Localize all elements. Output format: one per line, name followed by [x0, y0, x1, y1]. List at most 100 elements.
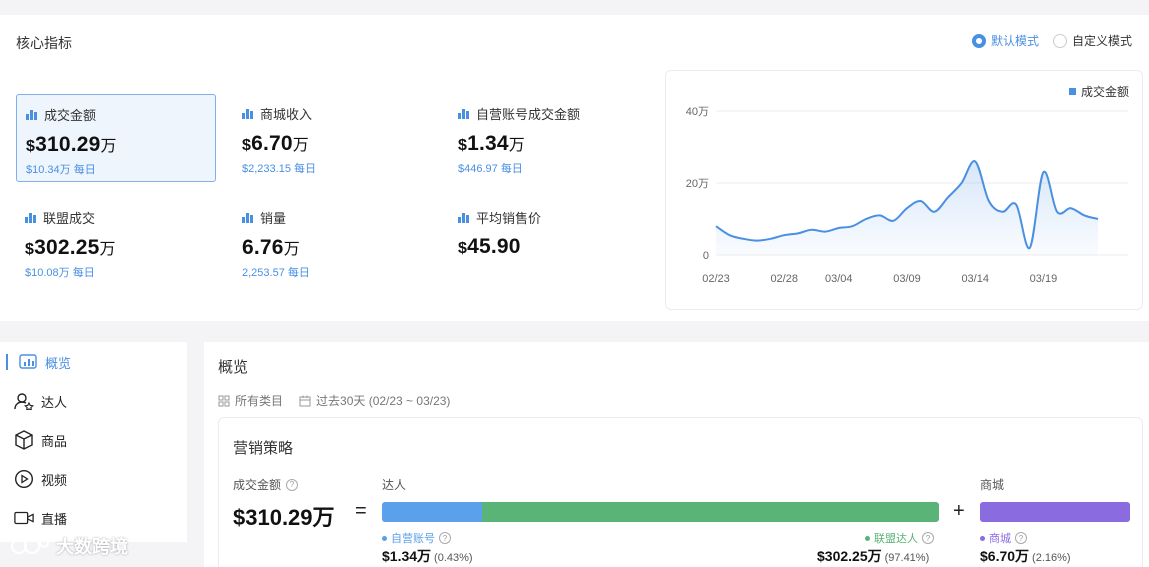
metric-card-affiliate-gmv[interactable]: 联盟成交 $302.25万 $10.08万 每日: [16, 198, 216, 286]
video-icon: [14, 469, 34, 489]
bar-chart-icon: [242, 212, 254, 223]
category-filter[interactable]: 所有类目: [218, 392, 283, 409]
data-point: [1028, 246, 1032, 250]
nav-item-influencer[interactable]: 达人: [14, 391, 67, 411]
active-indicator: [6, 354, 8, 370]
y-tick-label: 20万: [686, 178, 709, 190]
nav-item-video[interactable]: 视频: [14, 469, 67, 489]
chart-plot: 0 20万 40万 02/23 02/28 03/04 03/09 03/14 03/19: [686, 106, 1128, 285]
data-point: [782, 233, 786, 237]
nav-item-product[interactable]: 商品: [14, 430, 67, 450]
metric-card-gmv[interactable]: 成交金额 $310.29万 $10.34万 每日: [16, 94, 216, 182]
plus-sign: +: [953, 500, 965, 522]
data-point: [1001, 210, 1005, 214]
metric-card-sales-volume[interactable]: 销量 6.76万 2,253.57 每日: [233, 198, 433, 286]
data-point: [728, 233, 732, 237]
data-point: [823, 230, 827, 234]
mall-value: $6.70万 (2.16%): [980, 548, 1071, 564]
affiliate-value: $302.25万 (97.41%): [817, 548, 930, 564]
live-icon: [14, 508, 34, 528]
help-icon[interactable]: ?: [922, 532, 934, 544]
data-point: [1069, 206, 1073, 210]
x-tick-label: 03/04: [825, 273, 853, 285]
mall-sub-label: 商城 ?: [980, 530, 1027, 546]
overview-panel: 概览 所有类目 过去30天 (02/23 ~ 03/23) 营销策略 成交金额 …: [204, 342, 1149, 567]
metric-card-avg-price[interactable]: 平均销售价 $45.90: [449, 198, 649, 286]
bar-chart-icon: [458, 108, 470, 119]
strategy-title: 营销策略: [233, 440, 294, 457]
product-icon: [14, 430, 34, 450]
data-point: [837, 226, 841, 230]
data-point: [878, 213, 882, 217]
calendar-icon: [299, 395, 311, 406]
influencer-label: 达人: [382, 478, 407, 492]
data-point: [741, 237, 745, 241]
bar-chart-icon: [25, 212, 37, 223]
data-point: [932, 210, 936, 214]
equals-sign: =: [355, 500, 367, 522]
filters-bar: 所有类目 过去30天 (02/23 ~ 03/23): [218, 392, 450, 409]
data-point: [850, 224, 854, 228]
watermark: 大数跨境: [10, 533, 128, 559]
influencer-icon: [14, 391, 34, 411]
data-point: [946, 195, 950, 199]
data-point: [1082, 213, 1086, 217]
y-tick-label: 0: [703, 250, 709, 262]
x-tick-label: 02/23: [702, 273, 730, 285]
bar-chart-icon: [26, 109, 38, 120]
dot-icon: [382, 535, 387, 541]
overview-icon: [18, 352, 38, 372]
self-account-label: 自营账号 ?: [382, 530, 451, 546]
data-point: [960, 181, 964, 185]
default-mode-option[interactable]: 默认模式: [971, 32, 1039, 49]
data-point: [796, 231, 800, 235]
data-point: [1055, 210, 1059, 214]
gmv-label: 成交金额 ?: [233, 476, 299, 493]
data-point: [810, 228, 814, 232]
nav-item-overview[interactable]: 概览: [6, 352, 71, 372]
mall-bar[interactable]: [980, 502, 1130, 522]
self-account-value: $1.34万 (0.43%): [382, 548, 473, 564]
x-tick-label: 03/09: [893, 273, 921, 285]
affiliate-bar[interactable]: [482, 502, 939, 522]
data-point: [769, 237, 773, 241]
gmv-total-value: $310.29万: [233, 505, 335, 530]
help-icon[interactable]: ?: [1015, 532, 1027, 544]
self-account-bar[interactable]: [382, 502, 482, 522]
x-tick-label: 03/19: [1030, 273, 1058, 285]
bar-chart-icon: [242, 108, 254, 119]
help-icon[interactable]: ?: [286, 478, 299, 491]
metric-card-mall-income[interactable]: 商城收入 $6.70万 $2,233.15 每日: [233, 94, 433, 182]
data-point: [755, 239, 759, 243]
dot-icon: [980, 535, 985, 541]
watermark-logo-icon: [11, 538, 49, 554]
affiliate-label: 联盟达人 ?: [865, 530, 934, 546]
nav-item-live[interactable]: 直播: [14, 508, 67, 528]
bar-chart-icon: [458, 212, 470, 223]
data-point: [919, 199, 923, 203]
custom-mode-option[interactable]: 自定义模式: [1052, 32, 1132, 49]
date-filter[interactable]: 过去30天 (02/23 ~ 03/23): [299, 392, 450, 409]
data-point: [973, 159, 977, 163]
data-point: [891, 219, 895, 223]
data-point: [1041, 170, 1045, 174]
mall-label: 商城: [980, 478, 1005, 492]
data-point: [987, 199, 991, 203]
data-point: [714, 224, 718, 228]
x-tick-label: 02/28: [770, 273, 798, 285]
data-point: [1014, 203, 1018, 207]
grid-icon: [218, 395, 230, 406]
metric-card-self-account-gmv[interactable]: 自营账号成交金额 $1.34万 $446.97 每日: [449, 94, 649, 182]
data-point: [905, 206, 909, 210]
data-point: [1096, 217, 1100, 221]
radio-unchecked-icon: [1052, 33, 1067, 48]
data-point: [864, 217, 868, 221]
core-metrics-title: 核心指标: [16, 35, 72, 51]
dot-icon: [865, 535, 870, 541]
overview-title: 概览: [218, 359, 249, 376]
core-metrics-panel: 核心指标 默认模式 自定义模式 成交金额 $310.29万 $10.34万 每日…: [0, 15, 1149, 321]
left-nav: 概览 达人 商品 视频 直播: [0, 342, 187, 542]
x-tick-label: 03/14: [961, 273, 989, 285]
help-icon[interactable]: ?: [439, 532, 451, 544]
marketing-strategy-card: 营销策略 成交金额 ? $310.29万 = 达人 + 商城 自营账号 ? $1…: [218, 417, 1143, 567]
